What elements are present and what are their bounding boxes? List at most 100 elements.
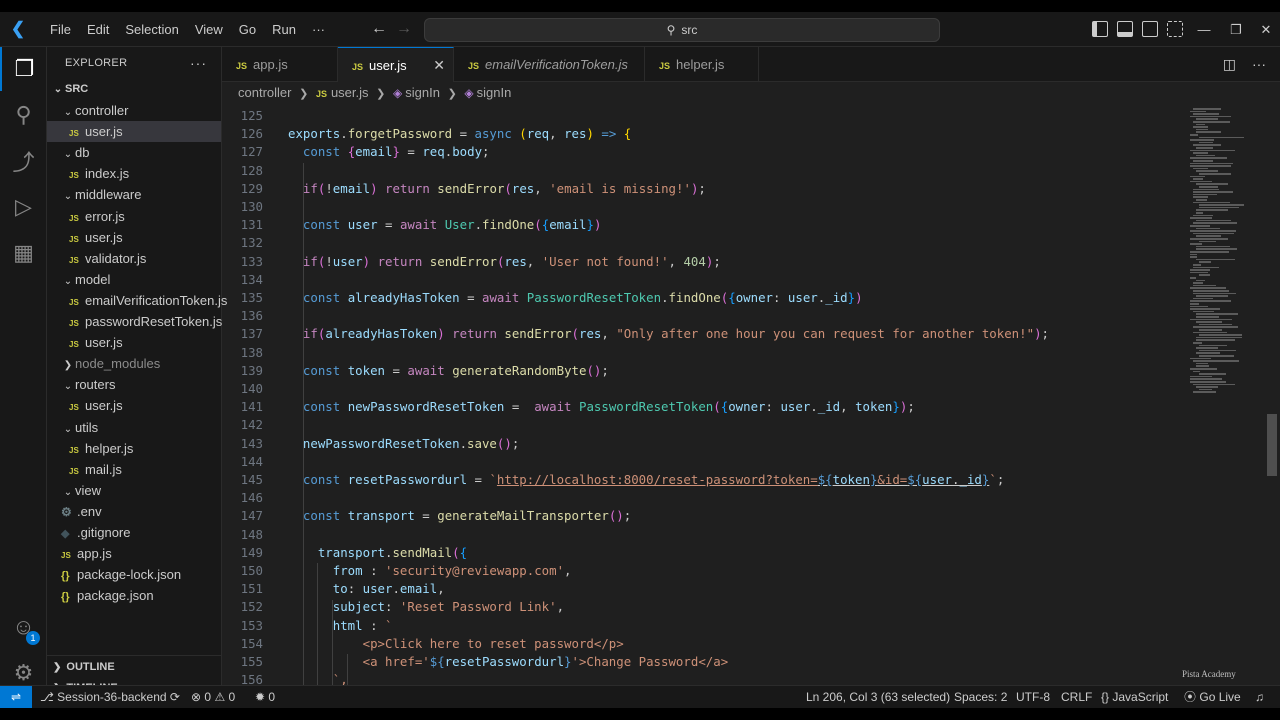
code-line[interactable]: 127 const {email} = req.body; [222, 143, 1267, 161]
remote-indicator-icon[interactable]: ⇌ [0, 686, 32, 708]
notifications-bell-icon[interactable]: ♫ [1255, 686, 1264, 708]
code-line[interactable]: 138 [222, 344, 1267, 362]
breadcrumb-folder[interactable]: controller [238, 85, 291, 100]
code-line[interactable]: 147 const transport = generateMailTransp… [222, 507, 1267, 525]
tree-file[interactable]: JS index.js [47, 163, 221, 184]
indentation[interactable]: Spaces: 2 [954, 686, 1007, 708]
customize-layout-icon[interactable] [1167, 21, 1183, 37]
code-line[interactable]: 126 exports.forgetPassword = async (req, … [222, 125, 1267, 143]
tab-email-verification-token-js[interactable]: JS emailVerificationToken.js [454, 47, 645, 82]
code-line[interactable]: 144 [222, 453, 1267, 471]
tree-file[interactable]: JS user.js [47, 395, 221, 416]
tree-file[interactable]: JS emailVerificationToken.js [47, 290, 227, 311]
code-line[interactable]: 152 subject: 'Reset Password Link', [222, 598, 1267, 616]
tree-file[interactable]: {} package-lock.json [47, 564, 221, 585]
go-live-button[interactable]: ⦿ Go Live [1184, 686, 1241, 708]
tree-folder[interactable]: ⌄ routers [47, 374, 221, 395]
tree-file[interactable]: JS helper.js [47, 438, 221, 459]
menu-run[interactable]: Run [264, 12, 304, 47]
run-debug-icon[interactable]: ▷ [0, 185, 47, 229]
tree-folder[interactable]: ⌄ controller [47, 100, 221, 121]
code-line[interactable]: 135 const alreadyHasToken = await Passwo… [222, 289, 1267, 307]
code-line[interactable]: 150 from : 'security@reviewapp.com', [222, 562, 1267, 580]
close-window-icon[interactable]: ✕ [1250, 12, 1280, 47]
split-editor-icon[interactable]: ◫ [1223, 47, 1236, 82]
editor-more-icon[interactable]: ··· [1252, 47, 1266, 82]
tree-file[interactable]: JS passwordResetToken.js [47, 311, 222, 332]
code-line[interactable]: 146 [222, 489, 1267, 507]
code-line[interactable]: 155 <a href='${resetPasswordurl}'>Change… [222, 653, 1267, 671]
breadcrumb-symbol[interactable]: signIn [477, 85, 512, 100]
code-line[interactable]: 139 const token = await generateRandomBy… [222, 362, 1267, 380]
code-line[interactable]: 154 <p>Click here to reset password</p> [222, 635, 1267, 653]
menu-edit[interactable]: Edit [79, 12, 117, 47]
code-line[interactable]: 125 [222, 108, 1267, 125]
code-line[interactable]: 151 to: user.email, [222, 580, 1267, 598]
tree-file[interactable]: ◆ .gitignore [47, 522, 221, 543]
explorer-icon[interactable]: ❐ [0, 47, 47, 91]
tab-helper-js[interactable]: JS helper.js [645, 47, 759, 82]
code-line[interactable]: 148 [222, 526, 1267, 544]
code-line[interactable]: 137 if(alreadyHasToken) return sendError… [222, 325, 1267, 343]
tree-file[interactable]: JS mail.js [47, 459, 221, 480]
accounts-icon[interactable]: ☺ 1 [0, 605, 47, 649]
branch-indicator[interactable]: ⎇ Session-36-backend ⟳ [40, 686, 180, 708]
search-view-icon[interactable]: ⚲ [0, 93, 47, 137]
code-line[interactable]: 140 [222, 380, 1267, 398]
source-control-icon[interactable]: ⤴ [0, 139, 47, 183]
tree-file[interactable]: JS user.js [47, 121, 221, 143]
code-line[interactable]: 143 newPasswordResetToken.save(); [222, 435, 1267, 453]
outline-section[interactable]: ❯ OUTLINE [47, 655, 222, 677]
language-mode[interactable]: {} JavaScript [1101, 686, 1168, 708]
menu-selection[interactable]: Selection [117, 12, 186, 47]
code-line[interactable]: 145 const resetPasswordurl = `http://loc… [222, 471, 1267, 489]
menu-file[interactable]: File [42, 12, 79, 47]
menu-view[interactable]: View [187, 12, 231, 47]
tree-file[interactable]: ⚙ .env [47, 501, 221, 522]
tree-folder[interactable]: ⌄ view [47, 480, 221, 501]
minimap[interactable] [1190, 108, 1250, 398]
restore-icon[interactable]: ❐ [1220, 12, 1252, 47]
tree-file[interactable]: JS user.js [47, 227, 221, 248]
vertical-scrollbar[interactable] [1267, 414, 1277, 476]
tree-file[interactable]: JS app.js [47, 543, 221, 564]
code-line[interactable]: 131 const user = await User.findOne({ema… [222, 216, 1267, 234]
code-line[interactable]: 149 transport.sendMail({ [222, 544, 1267, 562]
line-ending[interactable]: CRLF [1061, 686, 1092, 708]
code-line[interactable]: 136 [222, 307, 1267, 325]
tree-file[interactable]: JS error.js [47, 206, 221, 227]
menu-more[interactable]: ··· [304, 12, 333, 47]
tab-app-js[interactable]: JS app.js [222, 47, 338, 82]
more-actions-icon[interactable]: ··· [190, 47, 207, 79]
tree-folder[interactable]: ⌄ middleware [47, 184, 221, 205]
breadcrumb-file[interactable]: user.js [331, 85, 369, 100]
forward-arrow-icon[interactable]: → [393, 20, 415, 38]
code-line[interactable]: 129 if(!email) return sendError(res, 'em… [222, 180, 1267, 198]
toggle-panel-icon[interactable] [1117, 21, 1133, 37]
tree-file[interactable]: JS validator.js [47, 248, 221, 269]
tree-file[interactable]: JS user.js [47, 332, 221, 353]
tree-folder[interactable]: ⌄ db [47, 142, 221, 163]
cursor-position[interactable]: Ln 206, Col 3 (63 selected) [806, 686, 950, 708]
menu-go[interactable]: Go [231, 12, 264, 47]
toggle-sidebar-icon[interactable] [1092, 21, 1108, 37]
root-folder-src[interactable]: ⌄ SRC [47, 79, 221, 100]
encoding[interactable]: UTF-8 [1016, 686, 1050, 708]
tab-user-js[interactable]: JS user.js ✕ [338, 47, 454, 82]
code-line[interactable]: 133 if(!user) return sendError(res, 'Use… [222, 253, 1267, 271]
back-arrow-icon[interactable]: ← [368, 20, 390, 38]
command-center-search[interactable]: ⚲ src [424, 18, 940, 42]
code-line[interactable]: 130 [222, 198, 1267, 216]
extensions-icon[interactable]: ▦ [0, 231, 47, 275]
code-line[interactable]: 141 const newPasswordResetToken = await … [222, 398, 1267, 416]
tree-folder[interactable]: ❯ node_modules [47, 353, 221, 374]
toggle-secondary-sidebar-icon[interactable] [1142, 21, 1158, 37]
code-line[interactable]: 128 [222, 162, 1267, 180]
code-line[interactable]: 153 html : ` [222, 617, 1267, 635]
minimize-icon[interactable]: — [1188, 12, 1220, 47]
code-editor[interactable]: 125 126 exports.forgetPassword = async (re… [222, 108, 1267, 685]
ports-indicator[interactable]: ✹ 0 [255, 686, 275, 708]
code-line[interactable]: 142 [222, 416, 1267, 434]
tree-folder[interactable]: ⌄ model [47, 269, 221, 290]
code-line[interactable]: 132 [222, 234, 1267, 252]
